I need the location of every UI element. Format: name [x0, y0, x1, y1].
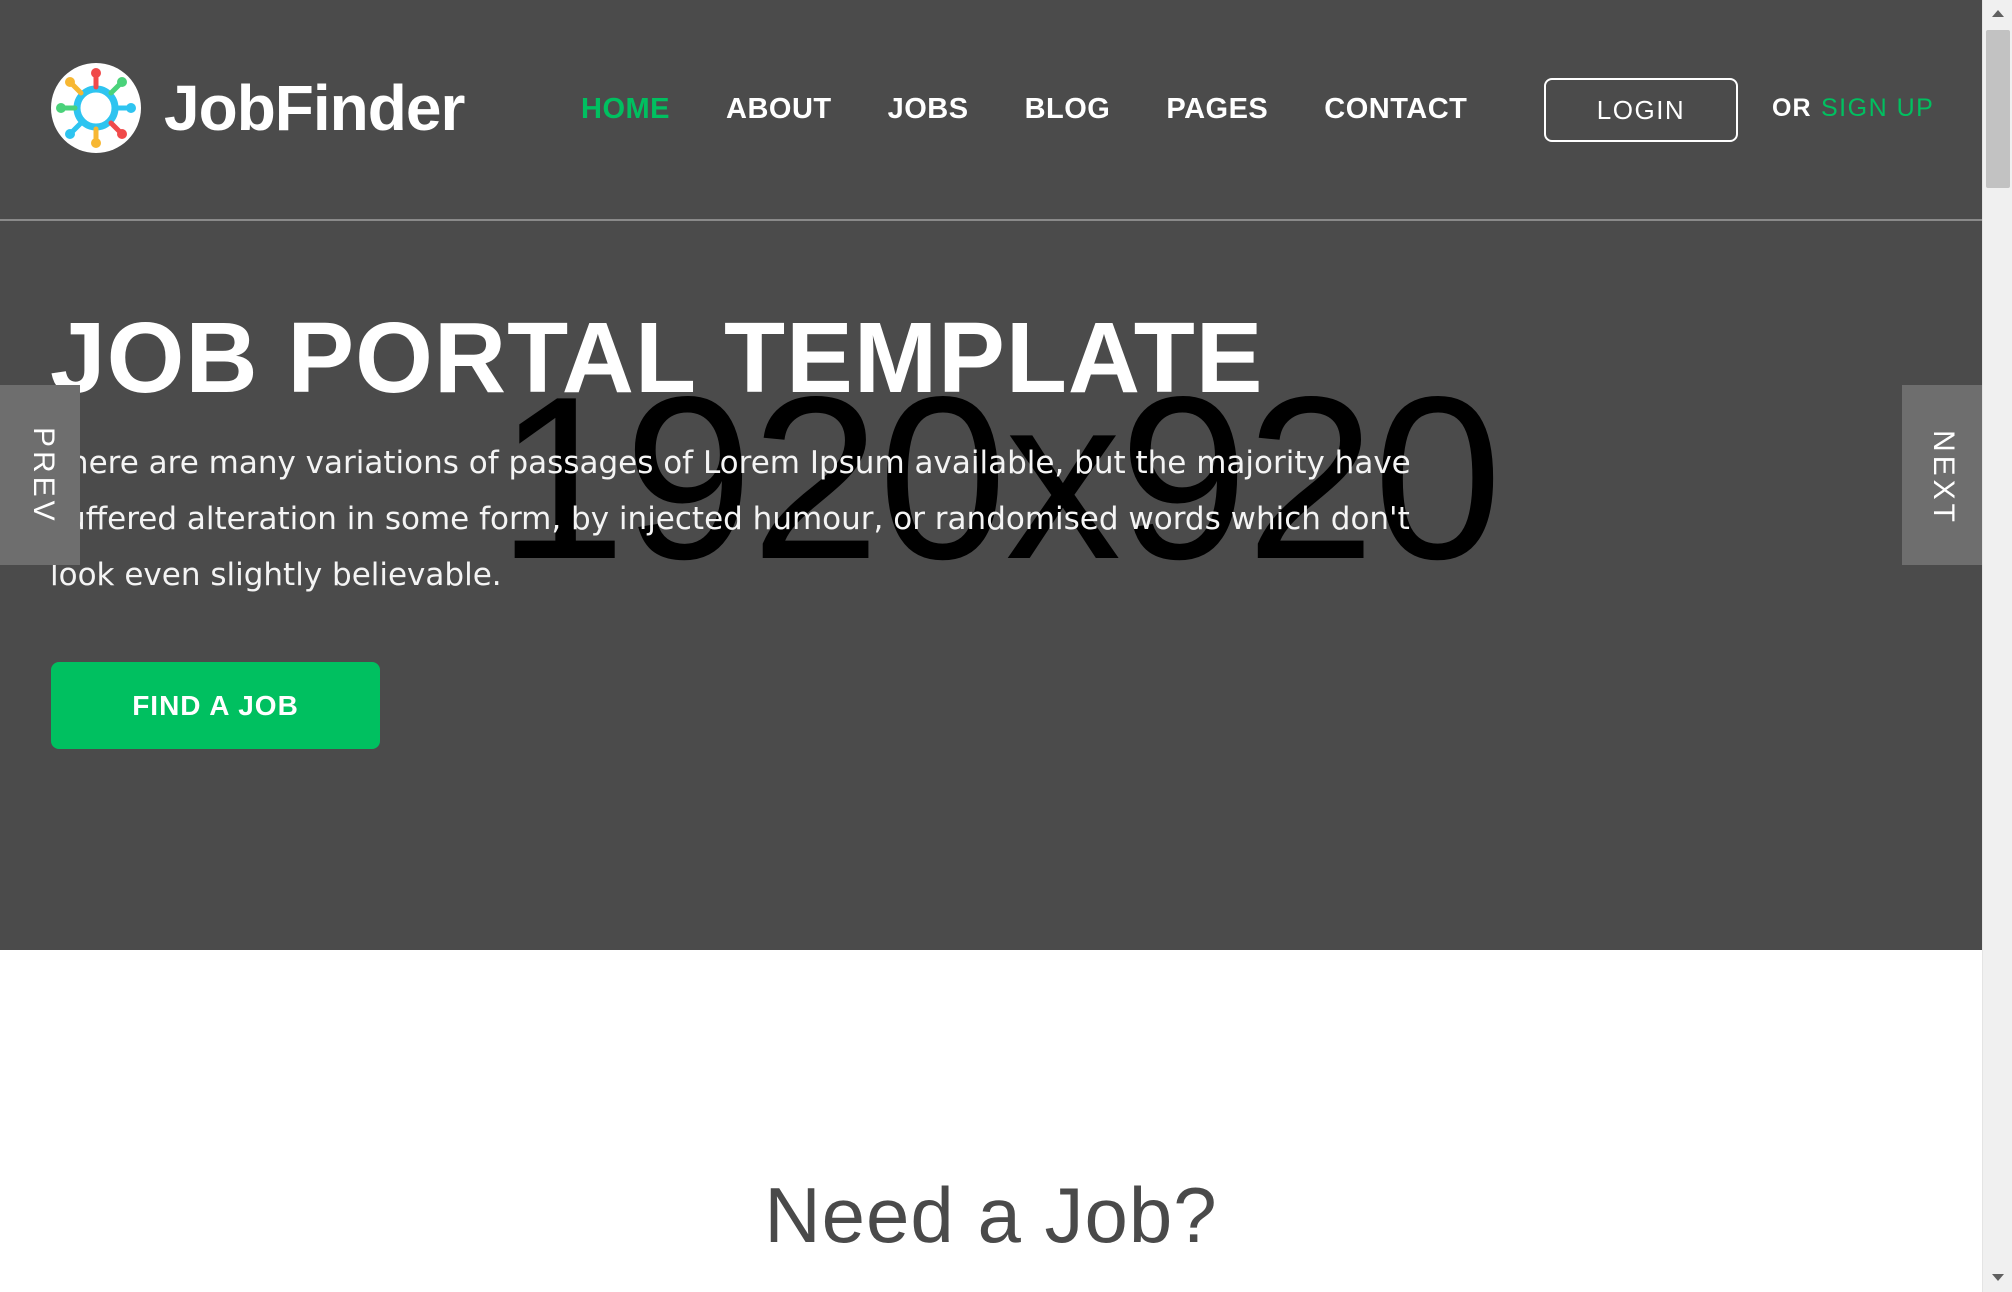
scroll-up-arrow-icon[interactable]	[1983, 0, 2012, 28]
hero-title: JOB PORTAL TEMPLATE	[50, 302, 1264, 414]
nav-item-pages[interactable]: PAGES	[1166, 88, 1268, 130]
page: JobFinder HOME ABOUT JOBS BLOG PAGES CON…	[0, 0, 1982, 1292]
logo-text: JobFinder	[164, 72, 465, 144]
nav-item-blog[interactable]: BLOG	[1025, 88, 1111, 130]
section-title: Need a Job?	[764, 1171, 1218, 1259]
nav-item-about[interactable]: ABOUT	[726, 88, 832, 130]
hero-slider: 1920x920 JOB PORTAL TEMPLATE There are m…	[0, 221, 1982, 950]
vertical-scrollbar[interactable]	[1982, 0, 2012, 1292]
hero-description: There are many variations of passages of…	[50, 445, 1411, 593]
nav-item-jobs[interactable]: JOBS	[888, 88, 969, 130]
signup-link[interactable]: SIGN UP	[1821, 94, 1934, 123]
or-text: OR	[1772, 94, 1812, 122]
slider-next-button[interactable]: NEXT	[1902, 385, 1982, 565]
logo-link[interactable]: JobFinder	[50, 62, 465, 154]
slider-next-label: NEXT	[1927, 430, 1960, 527]
slider-prev-button[interactable]: PREV	[0, 385, 80, 565]
find-a-job-button[interactable]: FIND A JOB	[51, 662, 380, 749]
scroll-down-arrow-icon[interactable]	[1983, 1264, 2012, 1292]
main-nav: HOME ABOUT JOBS BLOG PAGES CONTACT	[581, 88, 1523, 130]
slider-prev-label: PREV	[27, 427, 60, 525]
nav-item-home[interactable]: HOME	[581, 88, 670, 130]
site-header: JobFinder HOME ABOUT JOBS BLOG PAGES CON…	[0, 0, 1982, 221]
logo-icon	[51, 63, 141, 153]
login-button[interactable]: LOGIN	[1544, 78, 1738, 142]
scrollbar-thumb[interactable]	[1986, 30, 2010, 188]
nav-item-contact[interactable]: CONTACT	[1324, 88, 1467, 130]
